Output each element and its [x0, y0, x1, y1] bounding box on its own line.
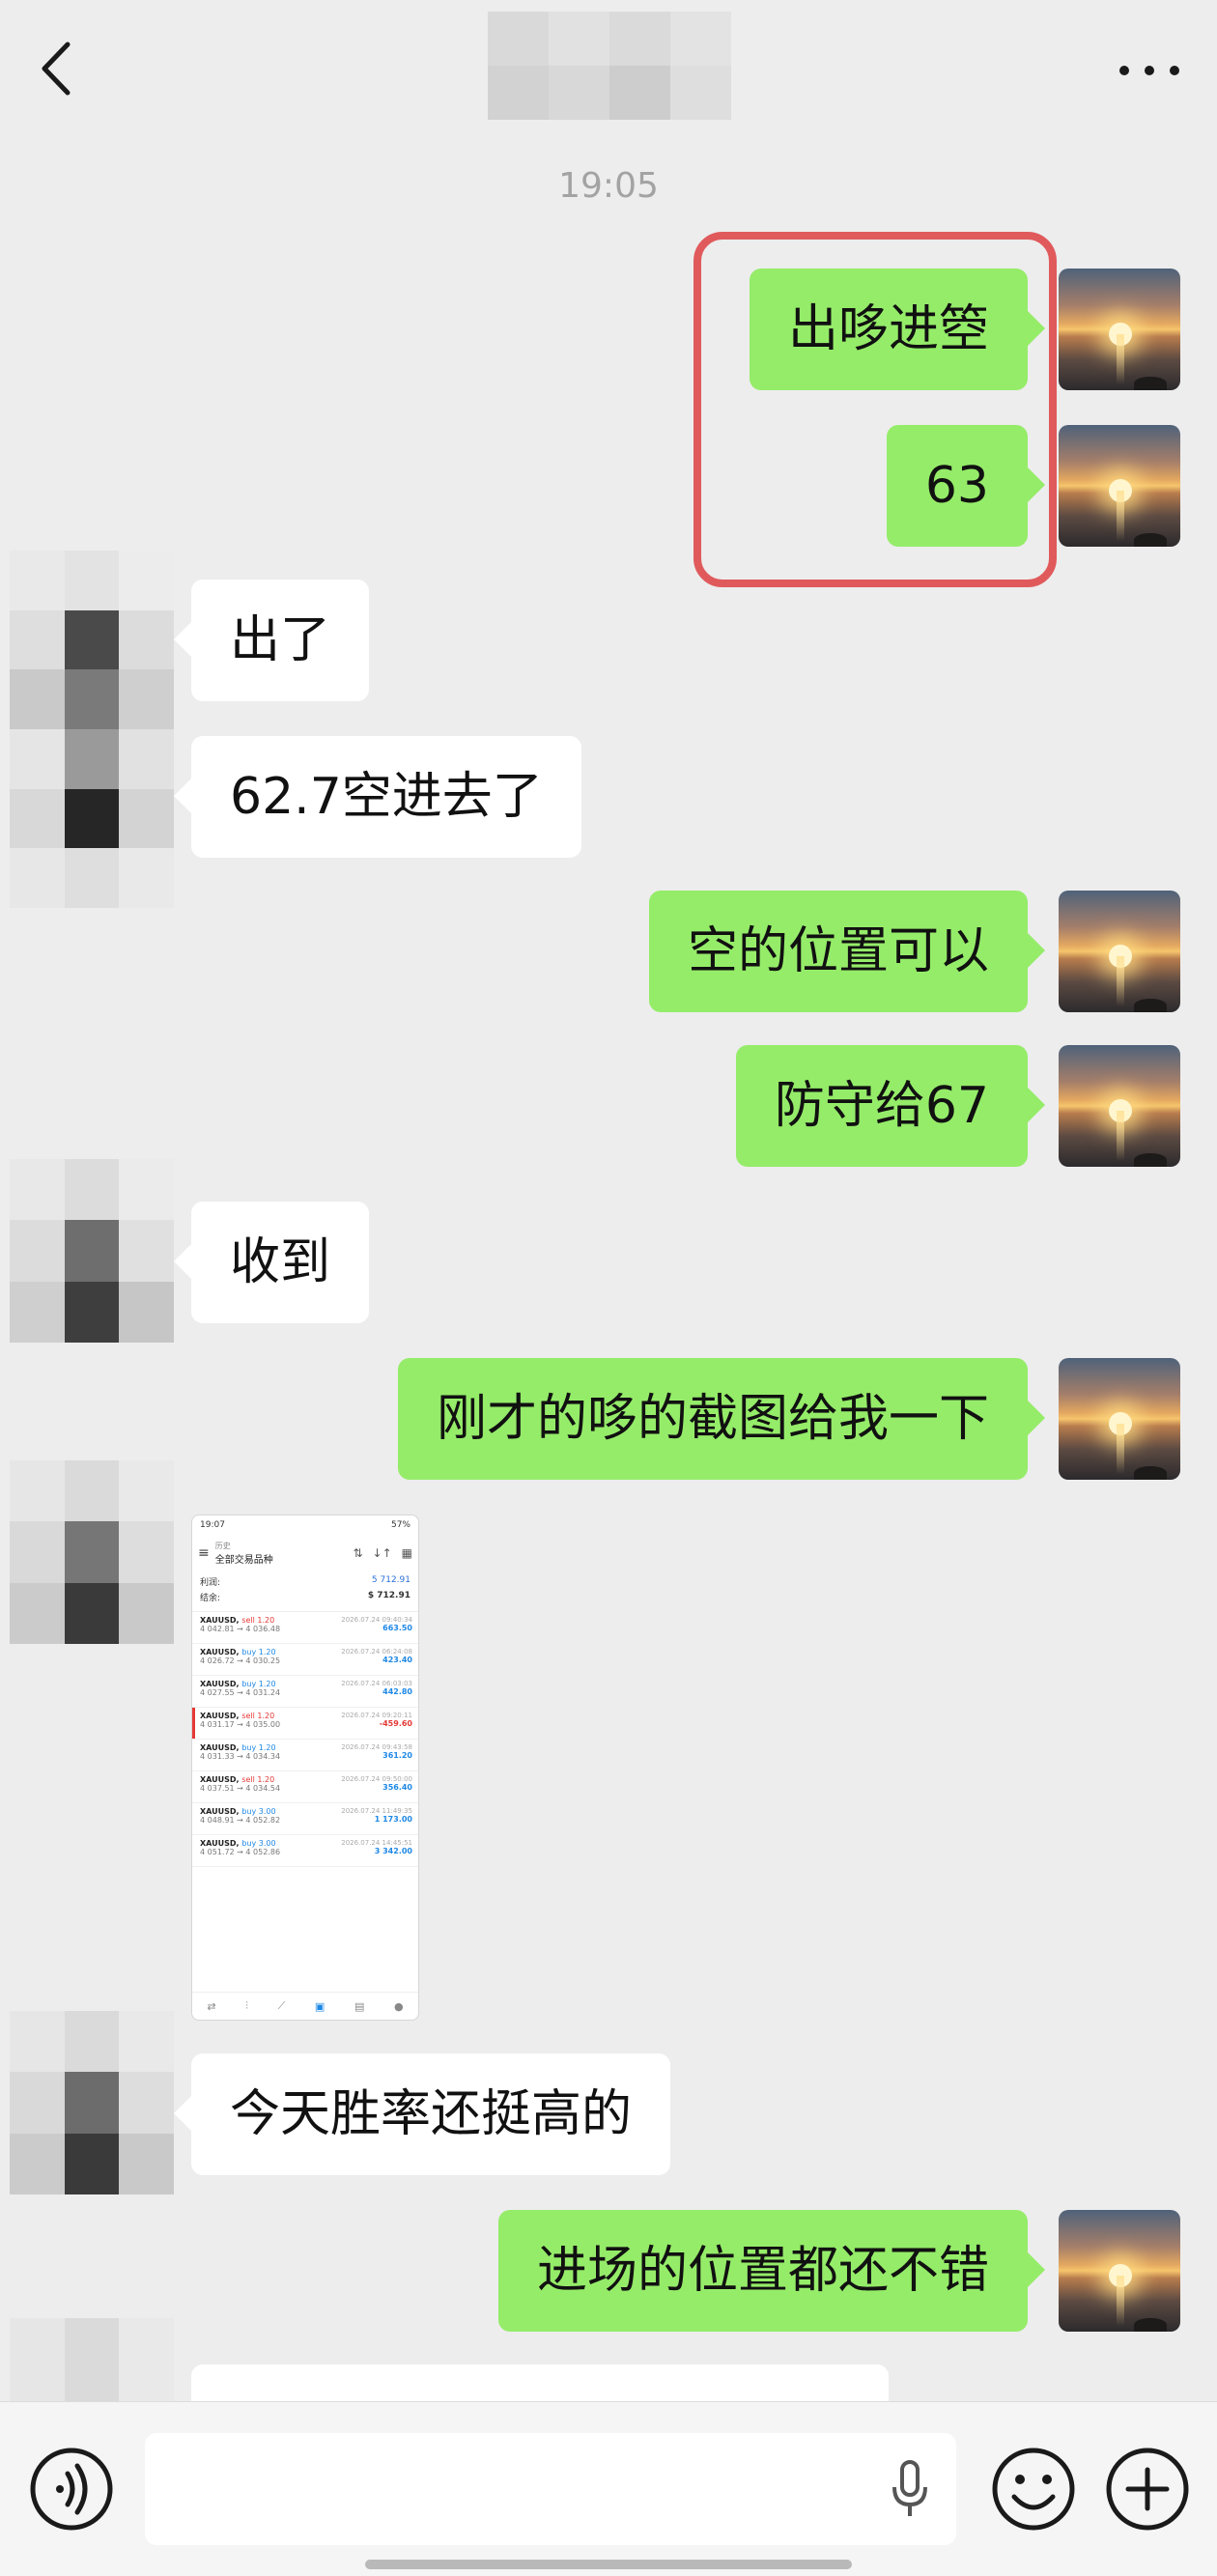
my-avatar[interactable]: [1059, 2210, 1180, 2332]
contact-avatar-blurred[interactable]: [10, 1159, 174, 1343]
trade-symbol: XAUUSD,: [200, 1807, 240, 1816]
trade-prices: 4 026.72 → 4 030.25: [200, 1656, 281, 1665]
sort-icon: ↓↑: [372, 1546, 392, 1560]
trade-side: buy 3.00: [241, 1839, 276, 1848]
trade-side: sell 1.20: [241, 1616, 275, 1625]
trade-side: buy 3.00: [241, 1807, 276, 1816]
screenshot-status-bar: 19:07 57%: [200, 1520, 410, 1530]
trade-profit: 3 342.00: [374, 1847, 412, 1855]
message-bubble-mine[interactable]: 刚才的哆的截图给我一下: [397, 1358, 1046, 1480]
trade-symbol: XAUUSD,: [200, 1743, 240, 1752]
emoji-icon[interactable]: [987, 2443, 1080, 2535]
trade-symbol: XAUUSD,: [200, 1616, 240, 1625]
my-avatar[interactable]: [1059, 1358, 1180, 1480]
trade-list: XAUUSD, sell 1.20 4 042.81 → 4 036.48 2026…: [192, 1611, 418, 1867]
message-bubble-other-partial[interactable]: [174, 2364, 889, 2442]
news-tab-icon: ▤: [354, 1999, 365, 2013]
trade-row: XAUUSD, sell 1.20 4 037.51 → 4 034.54 2026…: [192, 1771, 418, 1803]
trade-side: buy 1.20: [241, 1743, 276, 1752]
trade-prices: 4 027.55 → 4 031.24: [200, 1688, 281, 1697]
history-tab-icon: ▣: [314, 1999, 325, 2013]
screenshot-header: ≡ 历史 全部交易品种 ⇅ ↓↑ ▦: [198, 1542, 412, 1566]
filter-icon: ⇅: [353, 1546, 363, 1560]
trade-profit: 423.40: [382, 1656, 412, 1664]
trade-prices: 4 051.72 → 4 052.86: [200, 1848, 281, 1856]
message-bubble-other[interactable]: 62.7空进去了: [174, 736, 581, 858]
more-horizontal-icon[interactable]: [1111, 46, 1188, 95]
trade-side: buy 1.20: [241, 1648, 276, 1656]
trade-date: 2026.07.24 14:45:51: [341, 1839, 412, 1847]
message-bubble-other[interactable]: 出了: [173, 580, 370, 701]
trade-row: XAUUSD, buy 1.20 4 031.33 → 4 034.34 2026.…: [192, 1740, 418, 1771]
trade-date: 2026.07.24 06:03:03: [341, 1680, 412, 1687]
screenshot-tabbar: ⇄ ⫶ ⟋ ▣ ▤ ●: [192, 1992, 418, 2020]
trade-side: sell 1.20: [241, 1775, 275, 1784]
trade-symbol: XAUUSD,: [200, 1775, 240, 1784]
trade-profit: 361.20: [382, 1751, 412, 1760]
message-bubble-mine[interactable]: 进场的位置都还不错: [497, 2210, 1046, 2332]
trade-profit: 1 173.00: [374, 1815, 412, 1824]
trade-date: 2026.07.24 11:49:35: [341, 1807, 412, 1815]
message-bubble-mine[interactable]: 空的位置可以: [648, 891, 1046, 1012]
trade-row: XAUUSD, buy 3.00 4 048.91 → 4 052.82 2026.…: [192, 1803, 418, 1835]
contact-avatar-blurred[interactable]: [10, 551, 174, 908]
quotes-tab-icon: ⇄: [207, 1999, 216, 2013]
chat-title-blurred: [488, 12, 731, 120]
trade-prices: 4 042.81 → 4 036.48: [200, 1625, 281, 1633]
contact-avatar-blurred[interactable]: [10, 2011, 174, 2194]
trade-symbol: XAUUSD,: [200, 1712, 240, 1720]
trade-prices: 4 048.91 → 4 052.82: [200, 1816, 281, 1825]
my-avatar[interactable]: [1059, 425, 1180, 547]
trade-symbol: XAUUSD,: [200, 1839, 240, 1848]
trend-tab-icon: ⟋: [277, 1999, 286, 2012]
trade-row: XAUUSD, buy 3.00 4 051.72 → 4 052.86 2026.…: [192, 1835, 418, 1867]
my-avatar[interactable]: [1059, 1045, 1180, 1167]
trade-date: 2026.07.24 09:43:58: [341, 1743, 412, 1751]
calendar-icon: ▦: [401, 1546, 412, 1560]
chevron-left-icon[interactable]: [29, 35, 87, 102]
trade-symbol: XAUUSD,: [200, 1648, 240, 1656]
contact-avatar-blurred[interactable]: [10, 1460, 174, 1644]
contact-avatar-blurred[interactable]: [10, 2318, 174, 2405]
trade-prices: 4 037.51 → 4 034.54: [200, 1784, 281, 1793]
trade-date: 2026.07.24 06:24:08: [341, 1648, 412, 1656]
trade-profit: 442.80: [382, 1687, 412, 1696]
trade-date: 2026.07.24 09:20:11: [341, 1712, 412, 1719]
trade-side: buy 1.20: [241, 1680, 276, 1688]
trade-date: 2026.07.24 09:40:34: [341, 1616, 412, 1624]
trade-row: XAUUSD, buy 1.20 4 027.55 → 4 031.24 2026.…: [192, 1676, 418, 1708]
message-input[interactable]: [145, 2433, 956, 2545]
menu-icon: ≡: [198, 1545, 210, 1561]
home-indicator: [365, 2560, 852, 2569]
message-bubble-mine[interactable]: 防守给67: [735, 1045, 1046, 1167]
trade-profit: 356.40: [382, 1783, 412, 1792]
trade-profit: 663.50: [382, 1624, 412, 1632]
trade-symbol: XAUUSD,: [200, 1680, 240, 1688]
trade-profit: -459.60: [379, 1719, 412, 1728]
message-timestamp: 19:05: [558, 166, 659, 206]
message-bubble-other[interactable]: 收到: [173, 1202, 370, 1323]
chart-tab-icon: ⫶: [245, 1999, 248, 2012]
message-bubble-other[interactable]: 今天胜率还挺高的: [173, 2053, 671, 2175]
shared-screenshot-image[interactable]: 19:07 57% ≡ 历史 全部交易品种 ⇅ ↓↑ ▦ 利润: 5 712.9…: [191, 1514, 419, 2021]
top-bar: [0, 0, 1217, 141]
plus-circle-icon[interactable]: [1101, 2443, 1194, 2535]
voice-icon[interactable]: [25, 2443, 118, 2535]
chat-tab-icon: ●: [394, 1999, 404, 2013]
my-avatar[interactable]: [1059, 269, 1180, 390]
trade-row: XAUUSD, buy 1.20 4 026.72 → 4 030.25 2026.…: [192, 1644, 418, 1676]
trade-prices: 4 031.17 → 4 035.00: [200, 1720, 281, 1729]
input-bar: [0, 2401, 1217, 2576]
microphone-icon[interactable]: [891, 2460, 929, 2518]
highlight-annotation: [693, 232, 1057, 587]
trade-row: XAUUSD, sell 1.20 4 042.81 → 4 036.48 2026…: [192, 1612, 418, 1644]
trade-row: XAUUSD, sell 1.20 4 031.17 → 4 035.00 2026…: [192, 1708, 418, 1740]
trade-prices: 4 031.33 → 4 034.34: [200, 1752, 281, 1761]
trade-side: sell 1.20: [241, 1712, 275, 1720]
trade-date: 2026.07.24 09:50:00: [341, 1775, 412, 1783]
my-avatar[interactable]: [1059, 891, 1180, 1012]
